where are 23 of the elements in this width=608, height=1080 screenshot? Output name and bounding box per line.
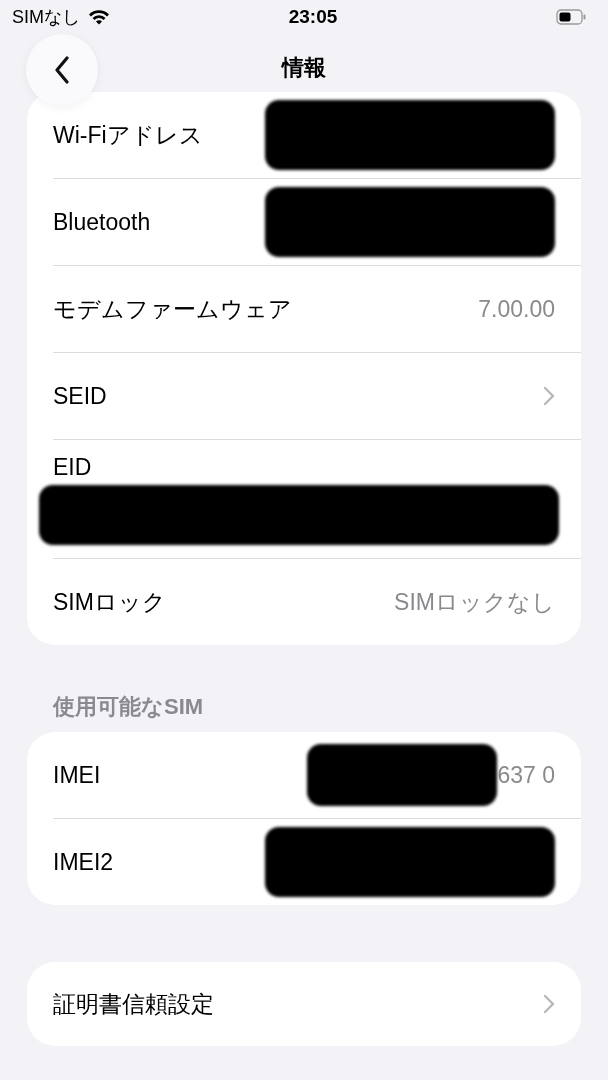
row-label: SEID	[53, 382, 107, 410]
row-label: Bluetooth	[53, 208, 151, 236]
nav-title: 情報	[282, 54, 326, 82]
back-chevron-icon	[54, 56, 70, 84]
chevron-icon	[543, 994, 555, 1014]
row-value: 637 0	[497, 761, 555, 789]
status-time: 23:05	[288, 6, 338, 28]
chevron-icon	[543, 386, 555, 406]
row-label: SIMロック	[53, 587, 166, 617]
row-label: IMEI	[53, 761, 101, 789]
row-label: 証明書信頼設定	[53, 989, 214, 1019]
carrier-label: SIMなし	[12, 6, 80, 29]
row-label: EID	[53, 453, 93, 481]
battery-icon	[556, 9, 586, 25]
list-row[interactable]: 証明書信頼設定	[53, 962, 581, 1046]
wifi-icon	[88, 9, 110, 25]
section-header: 使用可能なSIM	[53, 693, 205, 721]
row-label: Wi-Fiアドレス	[53, 120, 203, 150]
row-label: IMEI2	[53, 848, 114, 876]
list-row[interactable]: SEID	[53, 352, 581, 439]
row-value: 7.00.00	[478, 295, 555, 323]
row-label: モデムファームウェア	[53, 294, 292, 324]
row-value: SIMロックなし	[394, 587, 555, 617]
